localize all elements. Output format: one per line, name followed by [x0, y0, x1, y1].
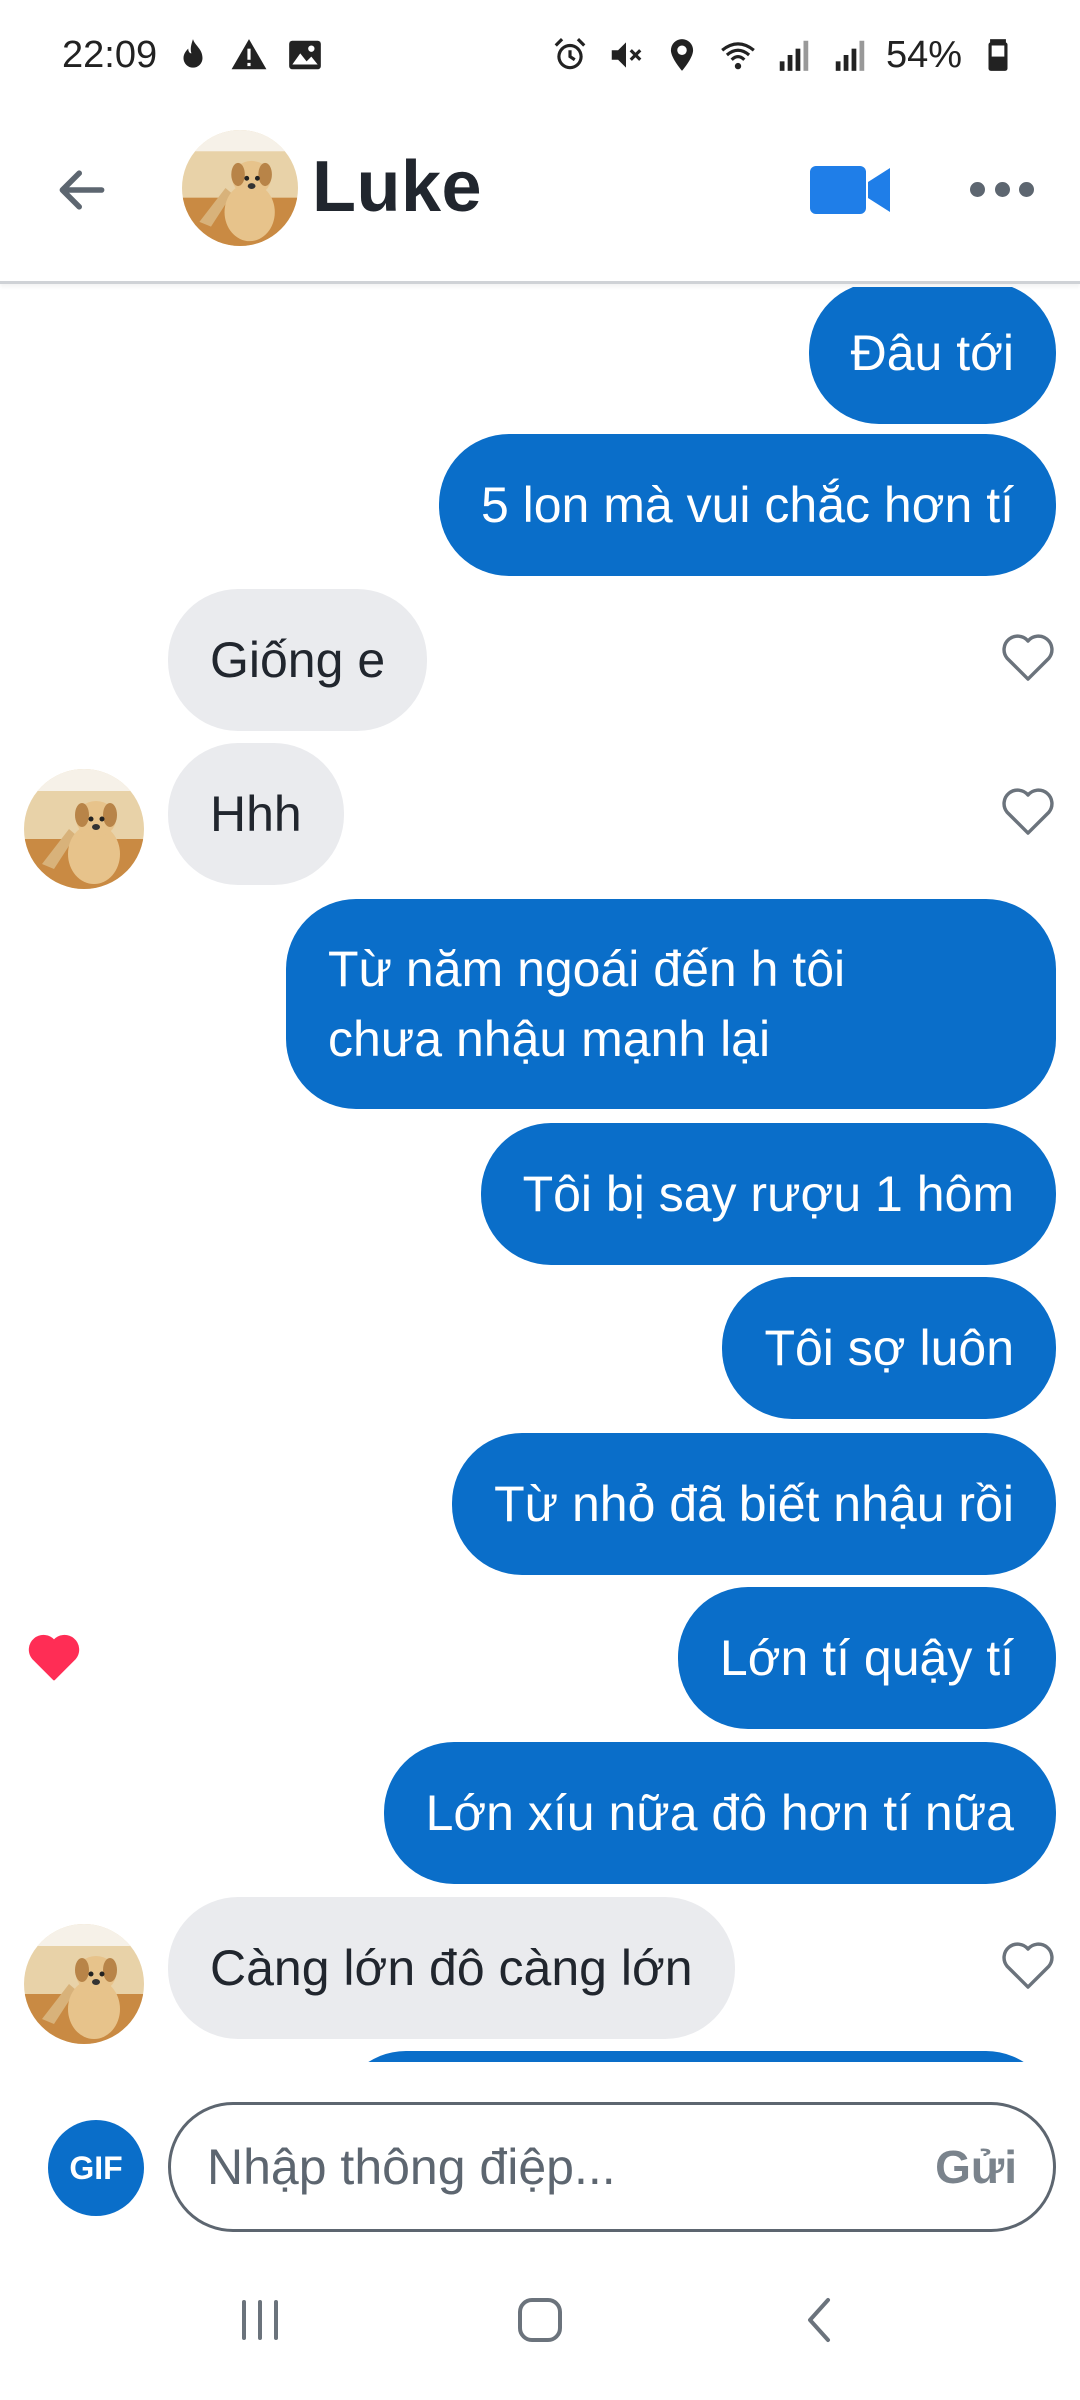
recent-apps-button[interactable]	[210, 2270, 310, 2370]
message-bubble-incoming[interactable]: Càng lớn đô càng lớn	[168, 1897, 735, 2039]
image-icon	[285, 35, 325, 75]
recent-apps-icon	[242, 2300, 278, 2340]
message-list[interactable]: Đâu tới 5 lon mà vui chắc hơn tí Giống e…	[0, 287, 1080, 2062]
location-icon	[662, 35, 702, 75]
message-bubble-outgoing[interactable]: Lớn tí quậy tí	[677, 1587, 1056, 1729]
contact-avatar-small[interactable]	[24, 1924, 144, 2044]
message-text: Càng lớn đô càng lớn	[210, 1940, 693, 1996]
message-bubble-outgoing[interactable]: Tôi bị say rượu 1 hôm	[480, 1123, 1056, 1265]
message-bubble-outgoing[interactable]: Từ nhỏ đã biết nhậu rồi	[452, 1433, 1056, 1575]
send-button[interactable]: Gửi	[935, 2140, 1017, 2194]
message-text: Đâu tới	[850, 325, 1014, 381]
home-button[interactable]	[490, 2270, 590, 2370]
arrow-left-icon	[59, 170, 105, 210]
mute-icon	[606, 35, 646, 75]
message-bubble-outgoing[interactable]: 5 lon mà vui chắc hơn tí	[438, 434, 1056, 576]
dog-photo-image	[182, 130, 298, 246]
message-text: Giống e	[210, 632, 386, 688]
battery-icon	[978, 35, 1018, 75]
contact-name[interactable]: Luke	[312, 146, 482, 228]
message-bubble-outgoing[interactable]: Từ năm ngoái đến h tôi chưa nhậu mạnh lạ…	[286, 899, 1056, 1109]
message-text: Tôi sợ luôn	[764, 1320, 1014, 1376]
video-camera-icon	[810, 166, 890, 214]
status-bar: 22:09 54%	[0, 0, 1080, 110]
message-text: Lớn tí quậy tí	[719, 1630, 1014, 1686]
system-back-button[interactable]	[770, 2270, 870, 2370]
heart-outline-icon[interactable]	[998, 1938, 1058, 1992]
message-text: Lớn xíu nữa đô hơn tí nữa	[425, 1785, 1014, 1841]
system-nav-bar	[0, 2240, 1080, 2400]
alarm-icon	[550, 35, 590, 75]
clock: 22:09	[62, 33, 158, 76]
flame-icon	[173, 35, 213, 75]
message-bubble-incoming[interactable]: Hhh	[168, 743, 344, 885]
message-bubble-outgoing-partial[interactable]	[336, 2051, 1056, 2062]
dog-photo-image	[24, 769, 144, 889]
heart-reaction-icon[interactable]	[24, 1630, 84, 1684]
message-bubble-outgoing[interactable]: Lớn xíu nữa đô hơn tí nữa	[383, 1742, 1056, 1884]
message-text: Từ nhỏ đã biết nhậu rồi	[494, 1476, 1014, 1532]
battery-percent: 54%	[885, 33, 962, 76]
contact-avatar-small[interactable]	[24, 769, 144, 889]
more-options-button[interactable]	[970, 174, 1034, 204]
message-text: Tôi bị say rượu 1 hôm	[522, 1166, 1014, 1222]
message-input[interactable]	[207, 2138, 936, 2196]
message-bubble-incoming[interactable]: Giống e	[168, 589, 428, 731]
message-composer: GIF Gửi	[0, 2062, 1080, 2232]
wifi-icon	[718, 35, 758, 75]
home-icon	[518, 2298, 562, 2342]
message-text-line: chưa nhậu mạnh lại	[328, 1011, 771, 1067]
signal-icon	[774, 35, 814, 75]
dot	[994, 181, 1010, 197]
chevron-left-icon	[808, 2298, 830, 2342]
contact-avatar[interactable]	[182, 130, 298, 246]
warning-icon	[229, 35, 269, 75]
status-right: 54%	[550, 34, 1018, 77]
video-call-button[interactable]	[808, 160, 892, 220]
chat-header: Luke	[0, 110, 1080, 284]
dog-photo-image	[24, 1924, 144, 2044]
message-text: 5 lon mà vui chắc hơn tí	[480, 477, 1014, 533]
more-dots-icon	[970, 181, 985, 197]
heart-outline-icon[interactable]	[998, 630, 1058, 684]
gif-button[interactable]: GIF	[48, 2120, 144, 2216]
back-button[interactable]	[52, 160, 112, 220]
message-bubble-outgoing[interactable]: Đâu tới	[808, 287, 1056, 424]
message-text: Hhh	[210, 786, 302, 842]
status-left: 22:09	[62, 34, 325, 77]
message-input-container[interactable]: Gửi	[168, 2102, 1056, 2232]
heart-outline-icon[interactable]	[998, 784, 1058, 838]
signal-icon	[830, 35, 870, 75]
dot	[1019, 181, 1034, 197]
message-text-line: Từ năm ngoái đến h tôi	[328, 941, 846, 997]
message-bubble-outgoing[interactable]: Tôi sợ luôn	[722, 1277, 1056, 1419]
